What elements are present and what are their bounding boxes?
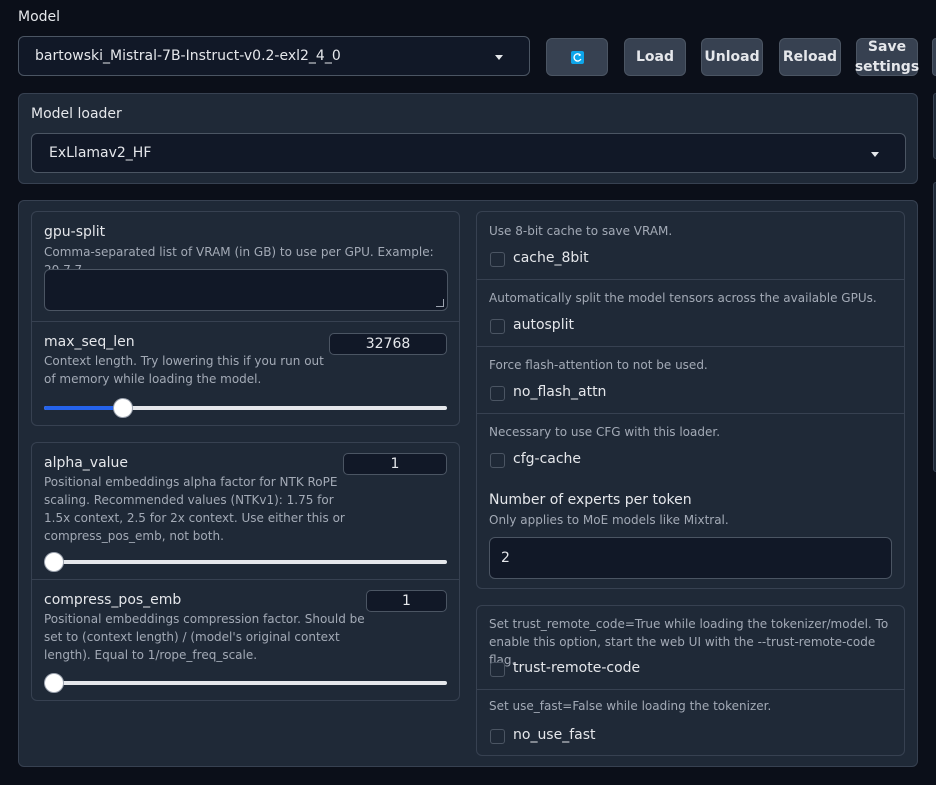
autosplit-info: Automatically split the model tensors ac… [489,291,877,305]
max-seq-len-slider-thumb[interactable] [113,398,133,418]
compress-pos-emb-label: compress_pos_emb [44,592,182,608]
loader-dropdown-value: ExLlamav2_HF [49,145,152,161]
cache-8bit-info: Use 8-bit cache to save VRAM. [489,224,673,238]
save-settings-button[interactable]: Save settings [855,38,919,76]
loader-dropdown[interactable]: ExLlamav2_HF [31,133,906,173]
reload-button[interactable]: Reload [779,38,841,76]
experts-input[interactable]: 2 [489,537,892,579]
alpha-value-desc: Positional embeddings alpha factor for N… [44,475,345,543]
alpha-block: alpha_value 1 Positional embeddings alph… [31,442,460,701]
model-loader-panel: Model loader ExLlamav2_HF [18,93,918,184]
divider [477,689,904,690]
divider [477,413,904,414]
max-seq-len-input[interactable]: 32768 [329,333,447,355]
no-flash-attn-label[interactable]: no_flash_attn [513,384,606,400]
max-seq-len-slider-fill [44,406,117,410]
chevron-down-icon [495,55,503,60]
no-use-fast-label[interactable]: no_use_fast [513,727,596,743]
alpha-value-input[interactable]: 1 [343,453,447,475]
compress-pos-emb-desc: Positional embeddings compression factor… [44,612,365,662]
cfg-cache-info: Necessary to use CFG with this loader. [489,425,721,439]
experts-value: 2 [501,550,510,566]
gpu-block: gpu-split Comma-separated list of VRAM (… [31,211,460,426]
cfg-cache-label[interactable]: cfg-cache [513,451,581,467]
refresh-icon [570,50,584,64]
chevron-down-icon [871,152,879,157]
resize-handle-icon[interactable] [436,299,444,307]
gpu-split-label: gpu-split [44,224,106,240]
alpha-value-slider-thumb[interactable] [44,552,64,572]
divider [32,321,459,322]
model-dropdown-value: bartowski_Mistral-7B-Instruct-v0.2-exl2_… [35,48,341,64]
model-loader-title: Model loader [31,106,122,122]
load-button[interactable]: Load [624,38,686,76]
gpu-split-textarea[interactable] [44,269,448,311]
no-use-fast-checkbox[interactable] [490,729,505,744]
compress-pos-emb-input[interactable]: 1 [366,590,447,612]
model-dropdown[interactable]: bartowski_Mistral-7B-Instruct-v0.2-exl2_… [18,36,530,76]
cache-8bit-label[interactable]: cache_8bit [513,250,589,266]
experts-label: Number of experts per token [489,492,692,508]
unload-button[interactable]: Unload [701,38,763,76]
divider [477,346,904,347]
cfg-cache-checkbox[interactable] [490,453,505,468]
right-edge-button[interactable] [932,38,936,76]
trust-remote-code-label[interactable]: trust-remote-code [513,660,640,676]
trust-remote-code-checkbox[interactable] [490,662,505,677]
no-flash-attn-info: Force flash-attention to not be used. [489,358,708,372]
max-seq-len-desc: Context length. Try lowering this if you… [44,354,324,386]
alpha-value-label: alpha_value [44,455,129,471]
no-use-fast-info: Set use_fast=False while loading the tok… [489,699,772,713]
model-title: Model [18,9,61,25]
autosplit-label[interactable]: autosplit [513,317,574,333]
experts-desc: Only applies to MoE models like Mixtral. [489,513,729,527]
tokenizer-block: Set trust_remote_code=True while loading… [476,605,905,756]
compress-pos-emb-slider-track[interactable] [44,681,447,685]
divider [32,579,459,580]
no-flash-attn-checkbox[interactable] [490,386,505,401]
flags-block: Use 8-bit cache to save VRAM. cache_8bit… [476,211,905,589]
compress-pos-emb-slider-thumb[interactable] [44,673,64,693]
cache-8bit-checkbox[interactable] [490,252,505,267]
max-seq-len-label: max_seq_len [44,334,135,350]
autosplit-checkbox[interactable] [490,319,505,334]
alpha-value-slider-track[interactable] [44,560,447,564]
refresh-button[interactable] [546,38,608,76]
divider [477,279,904,280]
